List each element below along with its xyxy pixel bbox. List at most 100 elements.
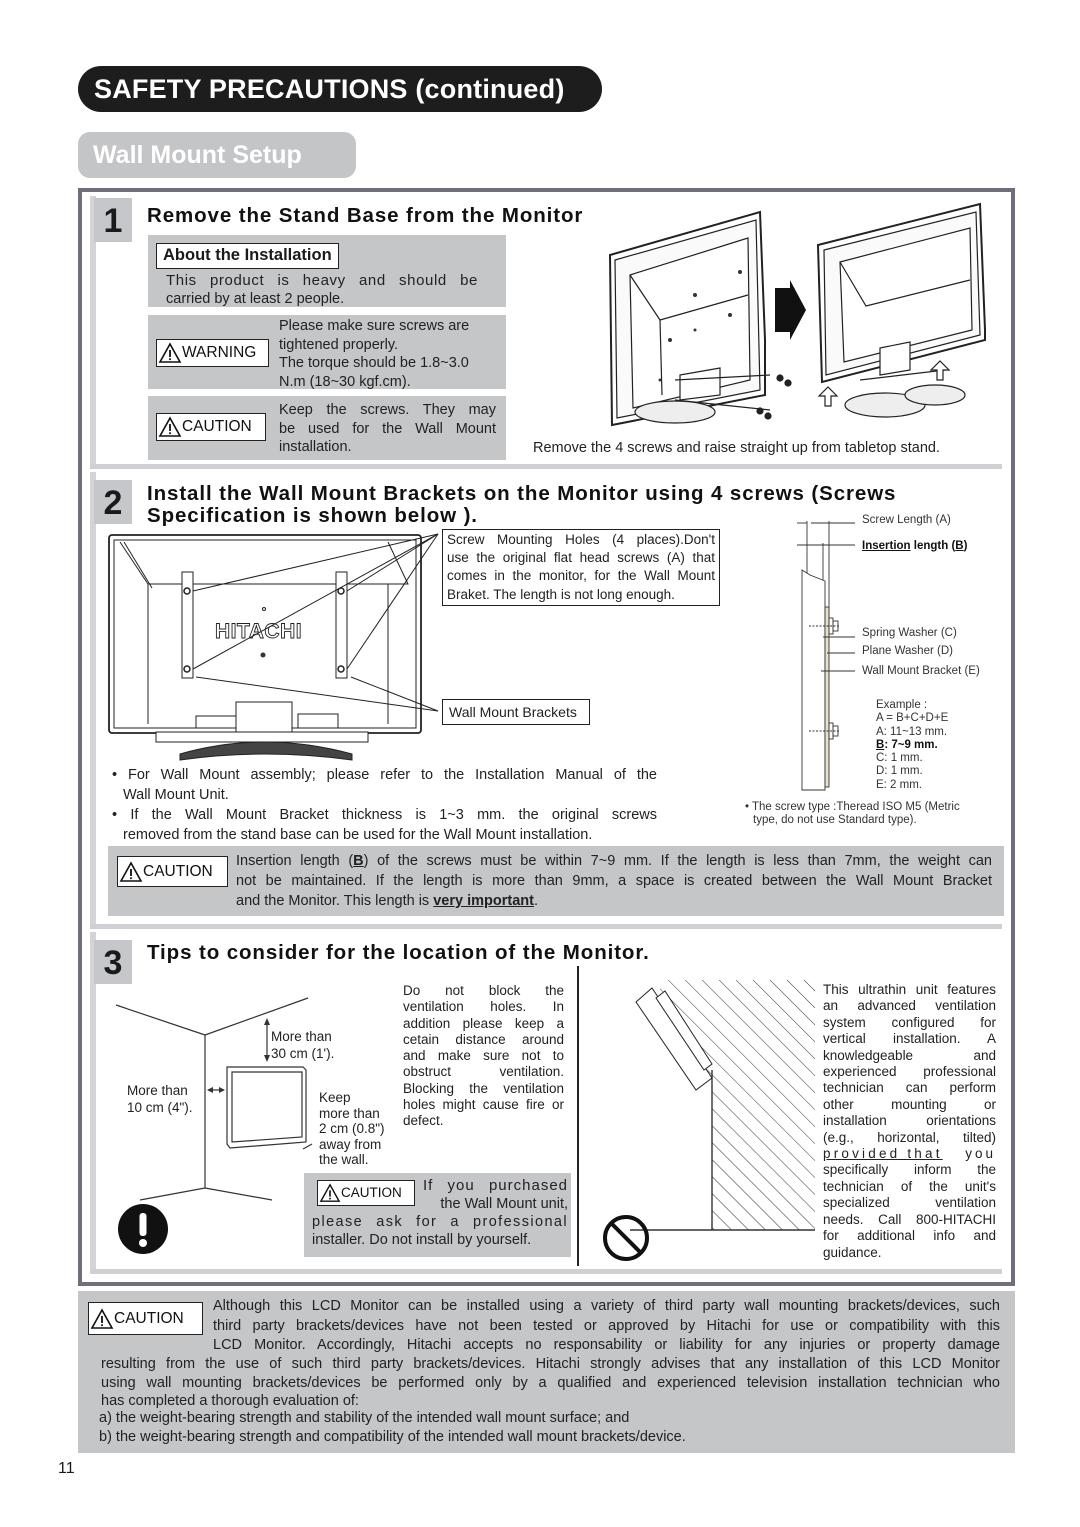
bracket-label: Wall Mount Bracket (E) — [862, 665, 980, 677]
screw-type-text: The screw type :Theread ISO M5 (Metric — [752, 801, 960, 813]
insertion-mid: length ( — [910, 540, 956, 552]
about-text: This product is heavy and should be — [166, 272, 478, 289]
ultrathin-line: system configured for — [823, 1014, 996, 1030]
caution-badge: CAUTION — [317, 1180, 415, 1206]
insertion-length-label: Insertion length (B) — [862, 540, 967, 553]
caution-text: . — [533, 893, 538, 909]
label-line: More than — [127, 1083, 188, 1098]
caution-text-full: resulting from the use of such third par… — [101, 1355, 1000, 1411]
insertion-end: ) — [963, 540, 968, 552]
tilted-mount-illustration — [603, 980, 815, 1261]
label-wall-clearance: Keep more than 2 cm (0.8") away from the… — [319, 1090, 385, 1168]
page-title: SAFETY PRECAUTIONS (continued) — [78, 66, 602, 112]
ultrathin-line: other mounting or — [823, 1096, 996, 1112]
step2-title-line2: Specification is shown below ). — [147, 504, 478, 527]
warning-line: Please make sure screws are — [279, 318, 470, 334]
warning-triangle-icon — [319, 1183, 341, 1202]
screw-length-label: Screw Length (A) — [862, 514, 951, 526]
label-line: 10 cm (4"). — [127, 1100, 193, 1115]
step1-caption: Remove the 4 screws and raise straight u… — [533, 440, 941, 456]
caution-line: using wall mounting brackets/devices be … — [101, 1374, 1000, 1391]
label-line: the wall. — [319, 1152, 369, 1167]
ultrathin-line: provided that you — [823, 1146, 996, 1162]
ultrathin-line: knowledgeable and — [823, 1047, 996, 1063]
label-top-clearance: More than 30 cm (1'). — [271, 1028, 334, 1062]
evaluation-list: a) the weight-bearing strength and stabi… — [99, 1409, 686, 1446]
warning-triangle-icon — [158, 342, 182, 363]
step-number: 1 — [94, 198, 132, 242]
ultrathin-line: for additional info and — [823, 1228, 996, 1244]
about-installation-label: About the Installation — [156, 243, 339, 269]
label-side-clearance: More than 10 cm (4"). — [127, 1082, 193, 1116]
caution-line: Insertion length (B) of the screws must … — [236, 851, 992, 871]
caution-line: has completed a thorough evaluation of: — [101, 1393, 359, 1409]
ultrathin-line: guidance. — [823, 1244, 882, 1260]
bullet-list: • For Wall Mount assembly; please refer … — [112, 766, 657, 845]
warning-triangle-icon — [158, 416, 182, 437]
ventilation-line: ventilation holes. In — [403, 999, 564, 1015]
caution-badge: CAUTION — [88, 1302, 203, 1335]
evaluation-item: a) the weight-bearing strength and stabi… — [99, 1410, 630, 1426]
example-line: D: 1 mm. — [876, 765, 923, 778]
ventilation-line: cetain distance around — [403, 1031, 564, 1047]
provided-that-emphasis: provided that — [823, 1146, 943, 1162]
prohibited-icon — [603, 1215, 649, 1261]
warning-text: Please make sure screws are tightened pr… — [279, 317, 497, 391]
bullet-text: removed from the stand base can be used … — [123, 826, 593, 843]
ultrathin-line: installation orientations — [823, 1113, 996, 1129]
screw-holes-callout: Screw Mounting Holes (4 places).Don't us… — [442, 529, 720, 606]
ventilation-line: holes might cause fire or — [403, 1097, 564, 1113]
caution-line: Although this LCD Monitor can be install… — [213, 1298, 1000, 1314]
caution-line: installation. — [279, 439, 352, 455]
monitor-back-illustration: HITACHI — [108, 533, 439, 761]
brackets-callout: Wall Mount Brackets — [442, 699, 590, 725]
example-line: A = B+C+D+E — [876, 712, 949, 725]
ventilation-line: Blocking the ventilation — [403, 1080, 564, 1096]
ventilation-line: Do not block the — [403, 983, 564, 998]
screw-type-note: • The screw type :Theread ISO M5 (Metric… — [745, 801, 960, 828]
caution-text: ) of the screws must be within 7~9 mm. I… — [363, 853, 992, 869]
insertion-prefix: Insertion — [862, 540, 911, 552]
section-title: Wall Mount Setup — [78, 132, 356, 178]
bullet-item: • For Wall Mount assembly; please refer … — [112, 767, 657, 783]
example-line: B: 7~9 mm. — [876, 739, 948, 752]
step1-title: Remove the Stand Base from the Monitor — [147, 204, 584, 227]
spring-washer-label: Spring Washer (C) — [862, 627, 957, 639]
callout-line: use the original flat head screws (A) th… — [447, 550, 715, 566]
ultrathin-line: experienced professional — [823, 1064, 996, 1080]
warning-badge: WARNING — [156, 339, 269, 367]
ultrathin-line: technician can perform — [823, 1080, 996, 1096]
ultrathin-line: specifically inform the — [823, 1162, 996, 1178]
ventilation-text: Do not block the ventilation holes. In a… — [403, 983, 564, 1130]
label-line: 2 cm (0.8") — [319, 1121, 385, 1136]
caution-label: CAUTION — [143, 862, 213, 880]
divider — [90, 464, 1002, 469]
example-line: E: 2 mm. — [876, 778, 923, 791]
caution-badge: CAUTION — [156, 413, 266, 441]
insertion-b: B — [955, 540, 964, 552]
ventilation-line: and make sure not to — [403, 1048, 564, 1064]
caution-line: resulting from the use of such third par… — [101, 1356, 1000, 1372]
warning-label: WARNING — [182, 344, 257, 361]
caution-badge: CAUTION — [117, 856, 228, 887]
caution-text: Insertion length ( — [236, 853, 354, 869]
caution-line: If you purchased — [423, 1177, 568, 1194]
caution-line: third party brackets/devices have not be… — [213, 1317, 1000, 1334]
label-line: more than — [319, 1105, 380, 1121]
ultrathin-line: specialized ventilation — [823, 1195, 996, 1211]
ultrathin-line: This ultrathin unit features — [823, 982, 996, 997]
caution-line: LCD Monitor. Accordingly, Hitachi accept… — [213, 1337, 1000, 1353]
caution-line: please ask for a professional — [312, 1214, 568, 1230]
callout-line: comes in the monitor, for the Wall Mount — [447, 568, 715, 584]
example-b-rest: : 7~9 mm. — [884, 738, 938, 751]
ultrathin-text: This ultrathin unit features an advanced… — [823, 982, 996, 1261]
about-text-2: carried by at least 2 people. — [166, 291, 345, 307]
bullet-text: Wall Mount Unit. — [123, 786, 229, 803]
bullet-item: • If the Wall Mount Bracket thickness is… — [112, 807, 658, 823]
bullet-text: For Wall Mount assembly; please refer to… — [128, 767, 657, 783]
ventilation-line: obstruct ventilation. — [403, 1064, 564, 1080]
example-line: C: 1 mm. — [876, 752, 923, 765]
warning-line: N.m (18~30 kgf.cm). — [279, 373, 411, 390]
warning-triangle-icon — [119, 860, 143, 882]
bullet-text: If the Wall Mount Bracket thickness is 1… — [130, 807, 658, 823]
